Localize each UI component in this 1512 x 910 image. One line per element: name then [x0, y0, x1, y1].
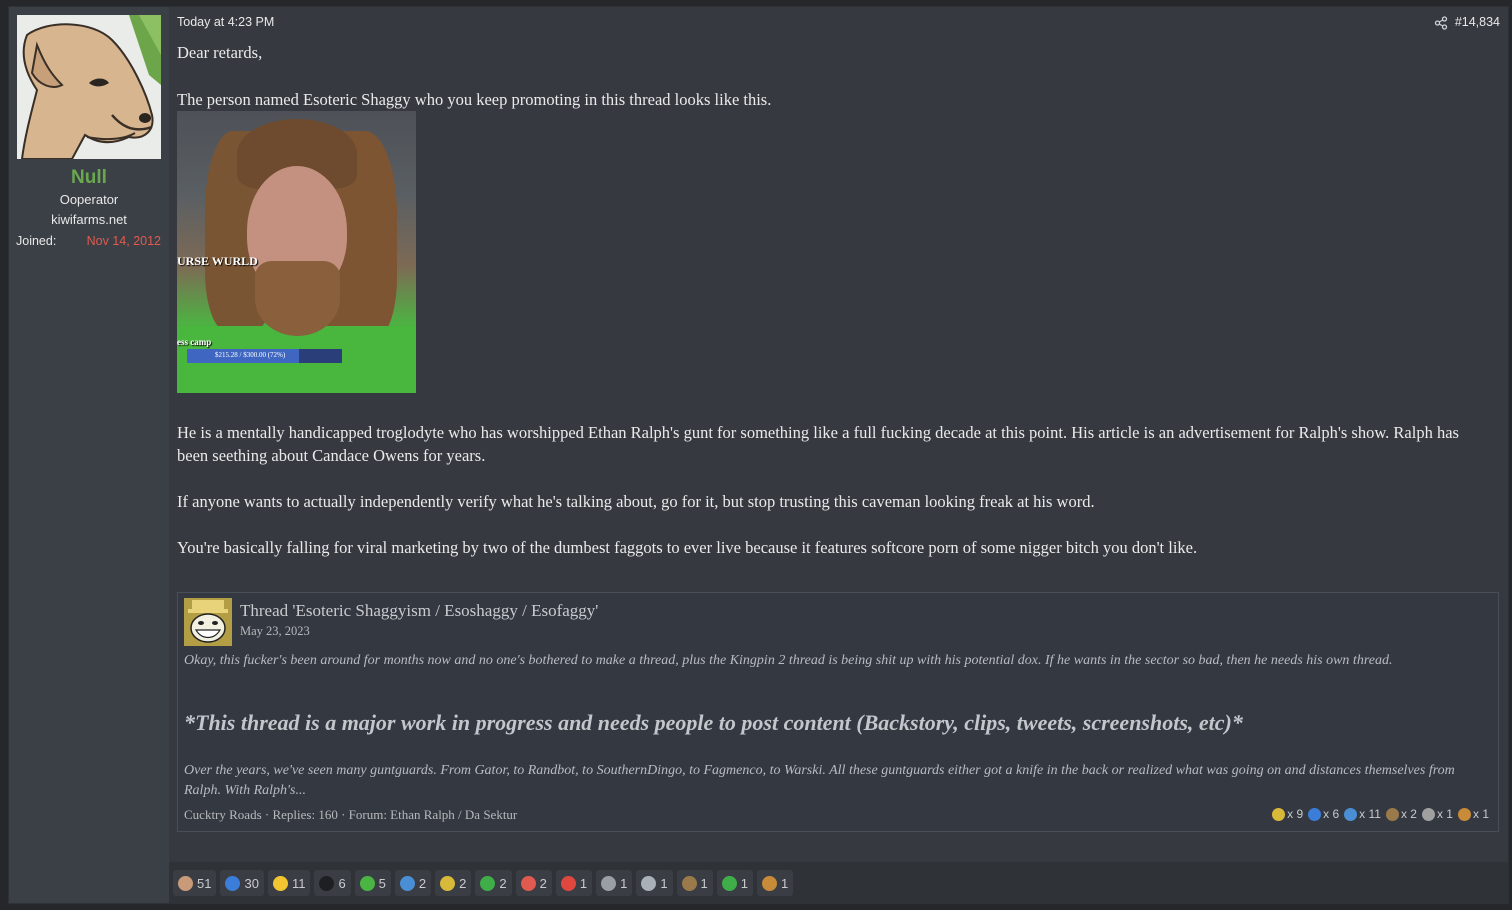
reaction-cowboy[interactable]: 1 [676, 870, 713, 896]
reaction-cocktail[interactable]: 5 [354, 870, 391, 896]
wand-icon [1421, 807, 1435, 821]
puzzle-icon [1457, 807, 1471, 821]
post-paragraph: Dear retards, [177, 43, 263, 62]
thread-reaction-count: x 9 [1287, 807, 1304, 821]
cowboy-icon [681, 875, 697, 891]
reaction-puzzle[interactable]: 1 [757, 870, 794, 896]
post-paragraph: He is a mentally handicapped troglodyte … [177, 423, 1459, 465]
reaction-count: 5 [378, 875, 386, 891]
thread-date: May 23, 2023 [240, 624, 310, 638]
post-timestamp[interactable]: Today at 4:23 PM [177, 15, 274, 29]
username[interactable]: Null [9, 167, 169, 189]
thread-reaction-count: x 11 [1359, 807, 1381, 821]
reaction-check[interactable]: 2 [475, 870, 512, 896]
puzzle-icon [762, 875, 778, 891]
reaction-count: 51 [197, 875, 212, 891]
pineapple-icon [440, 875, 456, 891]
reaction-speech[interactable]: 1 [636, 870, 673, 896]
thread-snippet: Over the years, we've seen many guntguar… [184, 763, 1455, 798]
alarm-clock-icon [560, 875, 576, 891]
photo-beard [255, 261, 340, 336]
trollface-icon [184, 598, 232, 646]
thumbs-up-icon [399, 875, 415, 891]
post-card: Null Ooperator kiwifarms.net Joined: Nov… [8, 6, 1509, 904]
photo-overlay-camp: ess camp [177, 337, 212, 347]
user-column: Null Ooperator kiwifarms.net Joined: Nov… [9, 7, 169, 903]
reaction-count: 2 [459, 875, 467, 891]
thread-reaction-count: x 1 [1472, 807, 1489, 821]
info-icon [225, 875, 241, 891]
reaction-count: 2 [539, 875, 547, 891]
reaction-count: 1 [700, 875, 708, 891]
post-paragraph: You're basically falling for viral marke… [177, 538, 1198, 557]
thread-reaction-count: x 2 [1400, 807, 1417, 821]
reaction-count: 1 [620, 875, 628, 891]
reaction-tombstone[interactable]: 1 [596, 870, 633, 896]
thread-title-link[interactable]: Thread 'Esoteric Shaggyism / Esoshaggy /… [240, 601, 598, 621]
reaction-count: 1 [781, 875, 789, 891]
post-paragraph: The person named Esoteric Shaggy who you… [177, 90, 772, 109]
cocktail-icon [359, 875, 375, 891]
user-site: kiwifarms.net [51, 212, 127, 227]
cowboy-icon [1385, 807, 1399, 821]
reaction-list: 51 30 11 6 5 2 2 2 2 1 1 1 1 1 1 [173, 870, 794, 896]
thread-meta: Cucktry Roads · Replies: 160 · Forum: Et… [184, 807, 518, 822]
post-image[interactable]: URSE WURLD ess camp $215.28 / $300.00 (7… [177, 111, 416, 393]
reaction-pineapple[interactable]: 2 [435, 870, 472, 896]
reaction-count: 2 [499, 875, 507, 891]
reaction-count: 11 [291, 875, 306, 891]
tombstone-icon [601, 875, 617, 891]
handshake-icon [721, 875, 737, 891]
check-icon [480, 875, 496, 891]
reaction-count: 1 [579, 875, 588, 891]
thread-reaction-summary: x 9 x 6 x 11 x 2 x 1 x 1 [1272, 807, 1492, 821]
reaction-count: 1 [740, 875, 749, 891]
reaction-rainbow[interactable]: 2 [515, 870, 552, 896]
reaction-thumbs-up[interactable]: 2 [394, 870, 432, 896]
thumbs-up-icon [1344, 807, 1358, 821]
rainbow-icon [520, 875, 536, 891]
reaction-face[interactable]: 51 [173, 870, 217, 896]
reaction-handshake[interactable]: 1 [716, 870, 754, 896]
thread-snippet: Okay, this fucker's been around for mont… [184, 653, 1393, 668]
post-main: Today at 4:23 PM #14,834 Dear retards, T… [169, 7, 1508, 903]
photo-overlay-title: URSE WURLD [177, 254, 258, 268]
thinking-icon [272, 875, 288, 891]
post-number[interactable]: #14,834 [1455, 15, 1500, 29]
joined-date: Nov 14, 2012 [86, 234, 161, 248]
pineapple-icon [1272, 807, 1286, 821]
share-icon[interactable] [1434, 16, 1448, 30]
reaction-count: 6 [338, 875, 346, 891]
reaction-count: 1 [660, 875, 668, 891]
thread-reaction-count: x 1 [1436, 807, 1453, 821]
reaction-bar: 51 30 11 6 5 2 2 2 2 1 1 1 1 1 1 [169, 862, 1508, 903]
post-paragraph: If anyone wants to actually independentl… [177, 492, 1095, 511]
reaction-alarm-clock[interactable]: 1 [555, 870, 593, 896]
face-icon [178, 875, 193, 891]
speech-icon [641, 875, 657, 891]
reaction-count: 30 [244, 875, 259, 891]
thread-reaction-count: x 6 [1323, 807, 1340, 821]
top-hat-icon [319, 875, 335, 891]
avatar[interactable] [17, 15, 161, 159]
thread-heading: *This thread is a major work in progress… [184, 710, 1243, 735]
user-title: Ooperator [59, 192, 119, 207]
reaction-top-hat[interactable]: 6 [314, 870, 351, 896]
reaction-thinking[interactable]: 11 [267, 870, 311, 896]
thread-thumbnail[interactable] [184, 598, 232, 646]
photo-progress-bar: $215.28 / $300.00 (72%) [187, 349, 342, 363]
reaction-count: 2 [418, 875, 427, 891]
photo-progress-text: $215.28 / $300.00 (72%) [215, 351, 286, 359]
thread-embed[interactable]: Thread 'Esoteric Shaggyism / Esoshaggy /… [177, 592, 1499, 832]
info-icon [1308, 807, 1322, 821]
joined-label: Joined: [16, 234, 57, 248]
reaction-info[interactable]: 30 [220, 870, 264, 896]
dog-avatar-icon [17, 15, 161, 159]
